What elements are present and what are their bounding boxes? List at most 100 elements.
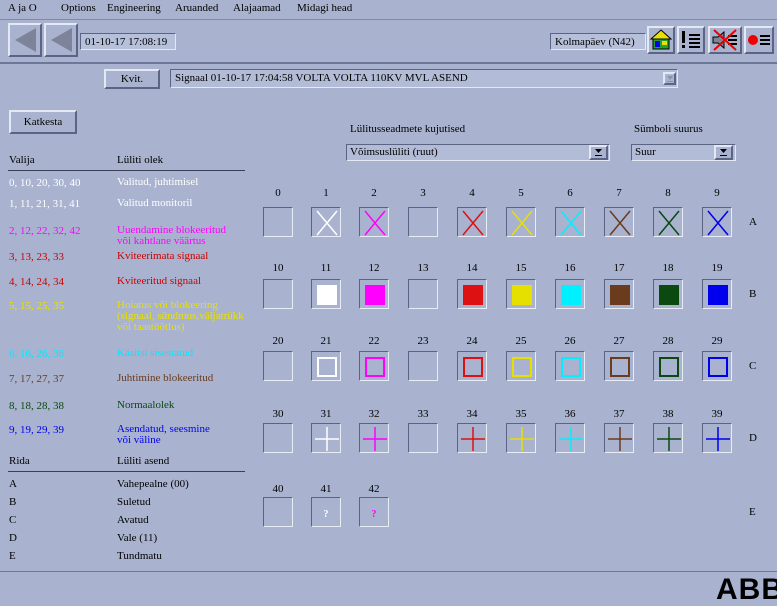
symbol-cell-6	[555, 207, 585, 237]
symbol-number: 1	[323, 187, 329, 199]
switch-symbol-icon	[364, 210, 386, 236]
house-icon	[649, 29, 673, 50]
symbol-cell-19	[702, 279, 732, 309]
legend-state-text: Uuendamine blokeeritud või kahtlane väär…	[117, 224, 227, 247]
symbol-number: 34	[466, 408, 478, 420]
event-list-button[interactable]	[744, 26, 774, 54]
symbol-cell-15	[506, 279, 536, 309]
legend-state-text: Käsitsi sisestatud	[117, 347, 194, 359]
switch-symbol-icon	[559, 427, 583, 451]
menu-bar: A ja O Options Engineering Aruanded Alaj…	[0, 0, 777, 20]
symbol-number: 7	[616, 187, 622, 199]
legend-codes: 0, 10, 20, 30, 40	[9, 177, 81, 189]
legend-divider	[8, 471, 245, 472]
switch-symbol-icon	[658, 210, 680, 236]
grid-row-label: D	[749, 432, 757, 444]
legend-position-state: Tundmatu	[117, 550, 162, 562]
symbol-number: 23	[417, 335, 429, 347]
symbol-number: 10	[272, 262, 284, 274]
exclamation-list-icon	[682, 31, 700, 48]
cancel-button[interactable]: Katkesta	[9, 110, 77, 134]
symbol-number: 9	[714, 187, 720, 199]
symbol-number: 5	[518, 187, 524, 199]
symbol-number: 18	[662, 262, 674, 274]
previous-button[interactable]	[44, 23, 78, 57]
symbol-number: 38	[662, 408, 674, 420]
alarm-list-button[interactable]	[677, 26, 705, 54]
switch-symbol-icon	[708, 285, 728, 305]
legend-position-row: A	[9, 478, 17, 490]
switch-symbol-icon	[317, 357, 337, 377]
menu-aruanded[interactable]: Aruanded	[175, 2, 218, 14]
symbol-number: 17	[613, 262, 625, 274]
representation-dropdown-button[interactable]	[589, 145, 608, 160]
symbol-cell-31	[311, 423, 341, 453]
symbol-number: 30	[272, 408, 284, 420]
menu-midagi-head[interactable]: Midagi head	[297, 2, 352, 14]
abb-logo: ABB	[716, 573, 777, 606]
symbol-number: 32	[368, 408, 380, 420]
symbol-number: 25	[515, 335, 527, 347]
symbol-number: 29	[711, 335, 723, 347]
symbol-cell-32	[359, 423, 389, 453]
switch-symbol-icon	[707, 210, 729, 236]
switch-symbol-icon	[561, 357, 581, 377]
switch-symbol-icon	[317, 285, 337, 305]
day-display: Kolmapäev (N42)	[550, 33, 646, 50]
menu-options[interactable]: Options	[61, 2, 96, 14]
legend-state-text: Asendatud, seesmine või väline	[117, 423, 210, 446]
switch-symbol-icon	[365, 357, 385, 377]
legend-position-state: Suletud	[117, 496, 151, 508]
symbol-number: 0	[275, 187, 281, 199]
symbol-number: 3	[420, 187, 426, 199]
mute-sound-button[interactable]	[708, 26, 742, 54]
back-button[interactable]	[8, 23, 42, 57]
representation-select[interactable]: Võimsuslüliti (ruut)	[346, 144, 610, 161]
symbol-number: 22	[368, 335, 380, 347]
menu-engineering[interactable]: Engineering	[107, 2, 161, 14]
alarm-dropdown-button[interactable]	[663, 72, 676, 85]
grid-row-label: B	[749, 288, 757, 300]
legend-state-text: Valitud monitoril	[117, 197, 193, 209]
menu-a-ja-o[interactable]: A ja O	[8, 2, 37, 14]
symbol-cell-28	[653, 351, 683, 381]
back-arrow-icon	[15, 28, 36, 52]
switch-symbol-icon	[461, 427, 485, 451]
legend-selector-header: Valija	[9, 154, 35, 166]
symbol-size-label: Sümboli suurus	[634, 123, 703, 135]
symbol-number: 19	[711, 262, 723, 274]
legend-codes: 7, 17, 27, 37	[9, 373, 64, 385]
switch-symbol-icon	[264, 208, 292, 236]
switch-symbol-icon	[610, 285, 630, 305]
switch-symbol-icon	[510, 427, 534, 451]
legend-codes: 9, 19, 29, 39	[9, 424, 64, 436]
symbol-cell-9	[702, 207, 732, 237]
switch-symbol-icon	[561, 285, 581, 305]
legend-position-row: C	[9, 514, 17, 526]
symbol-size-dropdown-button[interactable]	[714, 145, 733, 160]
symbol-number: 31	[320, 408, 332, 420]
switch-symbol-icon	[609, 210, 631, 236]
switch-symbol-icon	[409, 208, 437, 236]
switch-symbol-icon	[409, 352, 437, 380]
red-dot-list-icon	[748, 35, 770, 45]
acknowledge-button[interactable]: Kvit.	[104, 69, 160, 89]
symbol-number: 4	[469, 187, 475, 199]
switch-symbol-icon	[512, 285, 532, 305]
switch-symbol-icon	[409, 280, 437, 308]
symbol-cell-8	[653, 207, 683, 237]
symbol-number: 37	[613, 408, 625, 420]
symbol-cell-42: ?	[359, 497, 389, 527]
symbol-number: 8	[665, 187, 671, 199]
switch-symbol-icon: ?	[324, 509, 329, 520]
symbol-cell-36	[555, 423, 585, 453]
symbol-cell-38	[653, 423, 683, 453]
menu-alajaamad[interactable]: Alajaamad	[233, 2, 281, 14]
legend-codes: 4, 14, 24, 34	[9, 276, 64, 288]
symbol-cell-0	[263, 207, 293, 237]
home-button[interactable]	[647, 26, 675, 54]
switch-symbol-icon	[659, 285, 679, 305]
symbol-number: 39	[711, 408, 723, 420]
symbol-cell-14	[457, 279, 487, 309]
symbol-number: 36	[564, 408, 576, 420]
